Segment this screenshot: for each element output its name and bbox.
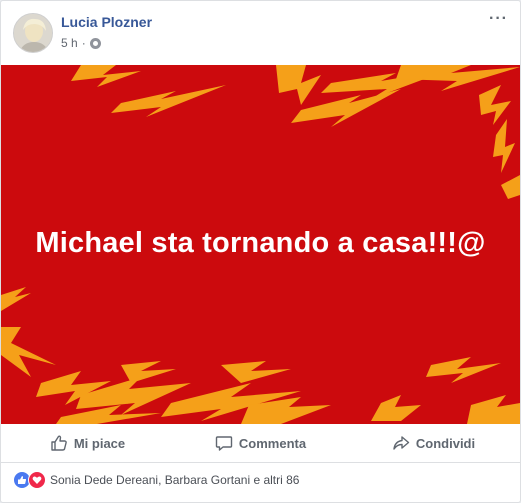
facebook-post: Lucia Plozner 5 h · ··· Michael sta torn… <box>0 0 521 503</box>
thumbs-up-icon <box>51 435 67 451</box>
share-button[interactable]: Condividi <box>347 424 520 462</box>
image-caption-text: Michael sta tornando a casa!!!@ <box>35 227 486 259</box>
share-label: Condividi <box>415 435 476 451</box>
like-label: Mi piace <box>73 435 126 451</box>
more-options-icon[interactable]: ··· <box>489 10 508 28</box>
reaction-icons <box>13 471 46 489</box>
love-reaction-icon <box>28 471 46 489</box>
post-header: Lucia Plozner 5 h · ··· <box>1 1 520 65</box>
post-actions-bar: Mi piace Commenta Condividi <box>1 424 520 463</box>
comment-button[interactable]: Commenta <box>174 424 347 462</box>
author-name[interactable]: Lucia Plozner <box>61 14 152 30</box>
post-meta: 5 h · <box>61 36 101 50</box>
post-image[interactable]: Michael sta tornando a casa!!!@ <box>1 65 520 424</box>
reactions-summary-text: Sonia Dede Dereani, Barbara Gortani e al… <box>50 473 300 487</box>
share-arrow-icon <box>393 436 410 450</box>
comment-label: Commenta <box>238 435 307 451</box>
avatar-photo <box>14 14 52 52</box>
post-timestamp[interactable]: 5 h <box>61 36 78 50</box>
comment-bubble-icon <box>215 436 233 451</box>
like-button[interactable]: Mi piace <box>1 424 174 462</box>
globe-icon[interactable] <box>89 37 101 49</box>
reactions-summary[interactable]: Sonia Dede Dereani, Barbara Gortani e al… <box>13 469 299 491</box>
author-avatar[interactable] <box>13 13 53 53</box>
